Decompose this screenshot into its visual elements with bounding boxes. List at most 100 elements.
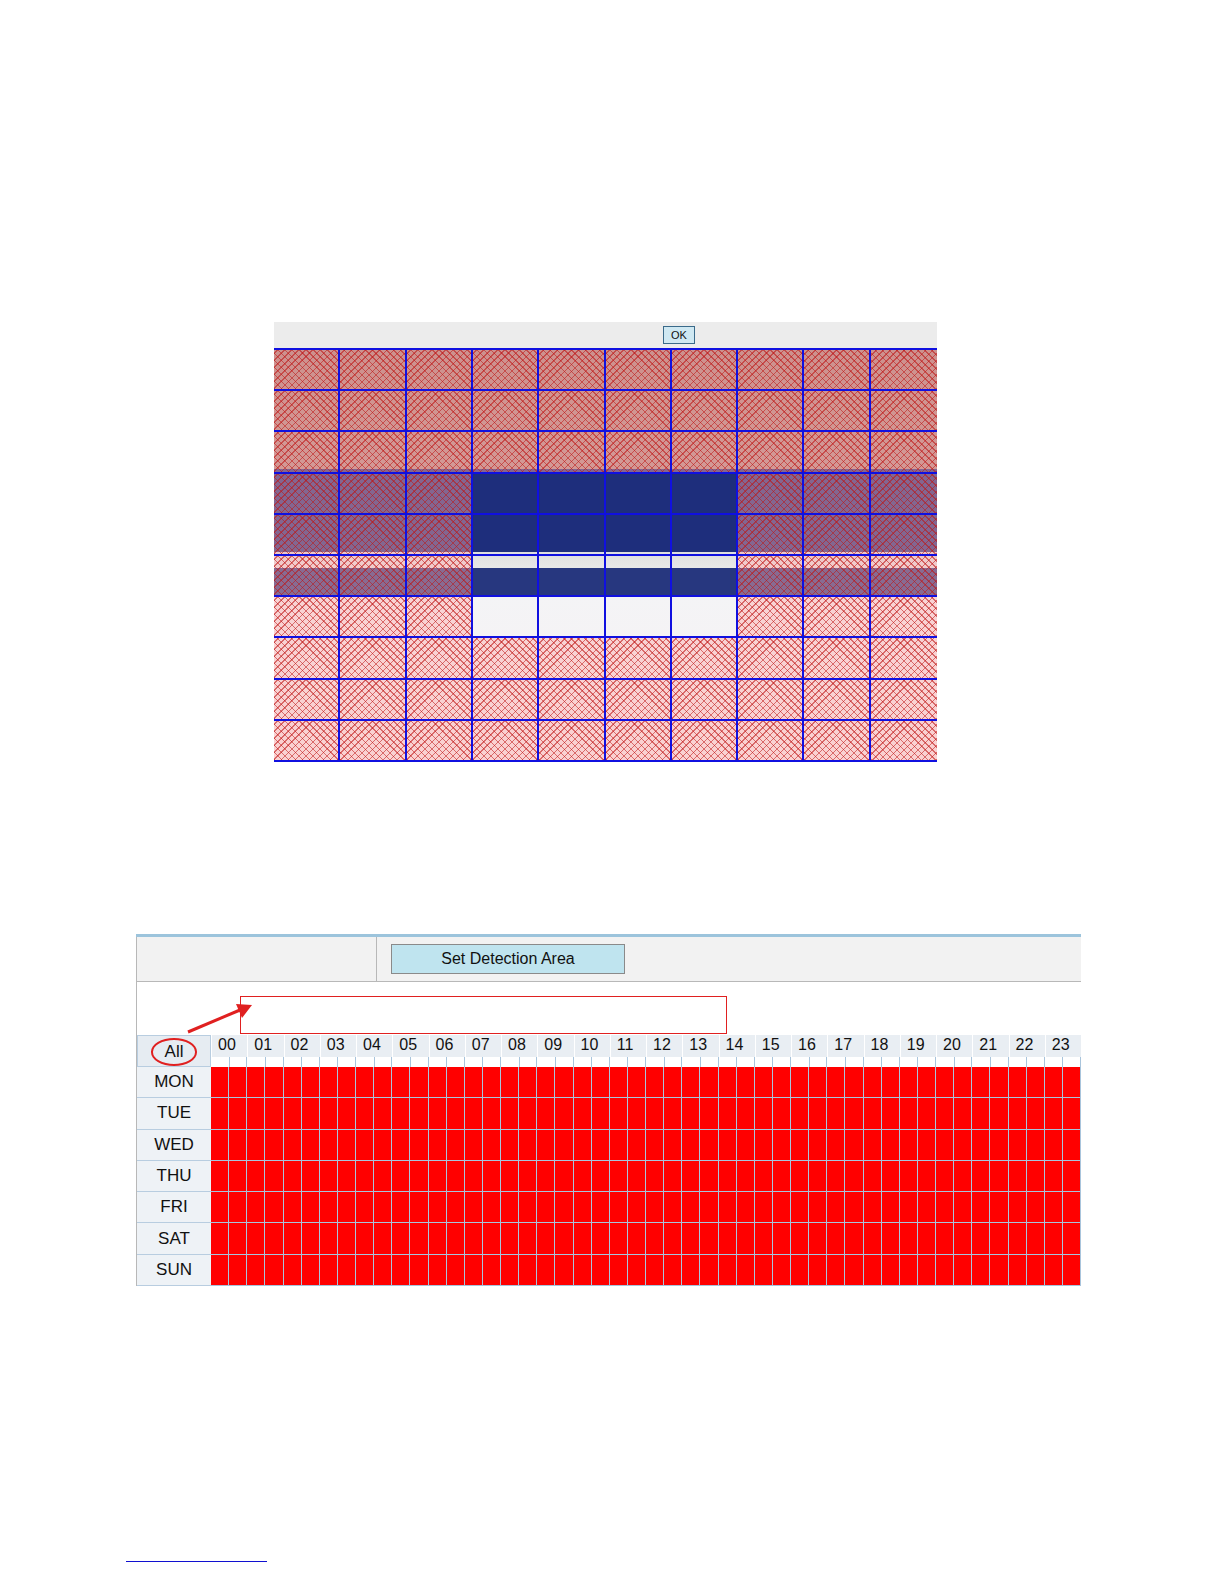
time-slot[interactable] bbox=[465, 1255, 483, 1286]
time-slot[interactable] bbox=[537, 1067, 555, 1098]
time-slot[interactable] bbox=[320, 1161, 338, 1192]
time-slot[interactable] bbox=[827, 1098, 845, 1129]
area-cell[interactable] bbox=[871, 474, 937, 515]
area-cell[interactable] bbox=[340, 432, 406, 473]
time-slot[interactable] bbox=[447, 1255, 465, 1286]
time-slot[interactable] bbox=[465, 1223, 483, 1254]
time-slot[interactable] bbox=[646, 1098, 664, 1129]
time-slot[interactable] bbox=[773, 1067, 791, 1098]
time-slot[interactable] bbox=[374, 1130, 392, 1161]
area-cell[interactable] bbox=[407, 680, 473, 721]
time-slot[interactable] bbox=[574, 1223, 592, 1254]
time-slot[interactable] bbox=[574, 1067, 592, 1098]
time-slot[interactable] bbox=[284, 1161, 302, 1192]
time-slot[interactable] bbox=[574, 1192, 592, 1223]
time-slot[interactable] bbox=[990, 1098, 1008, 1129]
area-cell[interactable] bbox=[274, 556, 340, 597]
time-slot[interactable] bbox=[302, 1255, 320, 1286]
time-slot[interactable] bbox=[972, 1067, 990, 1098]
time-slot[interactable] bbox=[592, 1255, 610, 1286]
time-slot[interactable] bbox=[809, 1192, 827, 1223]
time-slot[interactable] bbox=[501, 1067, 519, 1098]
time-slot[interactable] bbox=[827, 1067, 845, 1098]
time-slot[interactable] bbox=[809, 1223, 827, 1254]
area-cell[interactable] bbox=[738, 432, 804, 473]
time-slot[interactable] bbox=[247, 1223, 265, 1254]
area-cell[interactable] bbox=[407, 350, 473, 391]
time-slot[interactable] bbox=[700, 1067, 718, 1098]
time-slot[interactable] bbox=[392, 1130, 410, 1161]
time-slot[interactable] bbox=[211, 1192, 229, 1223]
time-slot[interactable] bbox=[501, 1161, 519, 1192]
time-slot[interactable] bbox=[682, 1098, 700, 1129]
time-slot[interactable] bbox=[229, 1130, 247, 1161]
time-slot[interactable] bbox=[410, 1098, 428, 1129]
time-slot[interactable] bbox=[918, 1192, 936, 1223]
time-slot[interactable] bbox=[791, 1067, 809, 1098]
time-slot[interactable] bbox=[864, 1130, 882, 1161]
time-slot[interactable] bbox=[737, 1098, 755, 1129]
time-slot[interactable] bbox=[338, 1130, 356, 1161]
time-slot[interactable] bbox=[229, 1067, 247, 1098]
time-slot[interactable] bbox=[374, 1223, 392, 1254]
time-slot[interactable] bbox=[809, 1161, 827, 1192]
time-slot[interactable] bbox=[1045, 1130, 1063, 1161]
time-slot[interactable] bbox=[483, 1255, 501, 1286]
time-slot[interactable] bbox=[1009, 1067, 1027, 1098]
area-cell[interactable] bbox=[738, 556, 804, 597]
time-slot[interactable] bbox=[447, 1223, 465, 1254]
time-slot[interactable] bbox=[773, 1255, 791, 1286]
time-slot[interactable] bbox=[682, 1130, 700, 1161]
time-slot[interactable] bbox=[501, 1098, 519, 1129]
time-slot[interactable] bbox=[302, 1161, 320, 1192]
hour-header[interactable]: 23 bbox=[1045, 1035, 1081, 1067]
area-cell[interactable] bbox=[539, 432, 605, 473]
time-slot[interactable] bbox=[737, 1255, 755, 1286]
area-cell[interactable] bbox=[606, 638, 672, 679]
time-slot[interactable] bbox=[229, 1098, 247, 1129]
area-cell[interactable] bbox=[407, 432, 473, 473]
area-cell[interactable] bbox=[606, 556, 672, 597]
time-slot[interactable] bbox=[356, 1067, 374, 1098]
time-slot[interactable] bbox=[537, 1192, 555, 1223]
hour-header[interactable]: 16 bbox=[791, 1035, 827, 1067]
time-slot[interactable] bbox=[410, 1130, 428, 1161]
area-cell[interactable] bbox=[871, 556, 937, 597]
area-cell[interactable] bbox=[804, 350, 870, 391]
time-slot[interactable] bbox=[229, 1223, 247, 1254]
time-slot[interactable] bbox=[320, 1192, 338, 1223]
time-slot[interactable] bbox=[737, 1223, 755, 1254]
time-slot[interactable] bbox=[592, 1098, 610, 1129]
time-slot[interactable] bbox=[574, 1098, 592, 1129]
time-slot[interactable] bbox=[682, 1192, 700, 1223]
time-slot[interactable] bbox=[320, 1098, 338, 1129]
time-slot[interactable] bbox=[284, 1223, 302, 1254]
area-cell[interactable] bbox=[407, 638, 473, 679]
hour-header[interactable]: 02 bbox=[284, 1035, 320, 1067]
time-slot[interactable] bbox=[918, 1098, 936, 1129]
area-cell[interactable] bbox=[274, 515, 340, 556]
time-slot[interactable] bbox=[773, 1192, 791, 1223]
time-slot[interactable] bbox=[356, 1130, 374, 1161]
time-slot[interactable] bbox=[447, 1067, 465, 1098]
time-slot[interactable] bbox=[338, 1161, 356, 1192]
time-slot[interactable] bbox=[990, 1161, 1008, 1192]
time-slot[interactable] bbox=[628, 1192, 646, 1223]
area-cell[interactable] bbox=[871, 515, 937, 556]
hour-header[interactable]: 14 bbox=[719, 1035, 755, 1067]
time-slot[interactable] bbox=[1063, 1067, 1081, 1098]
time-slot[interactable] bbox=[936, 1067, 954, 1098]
time-slot[interactable] bbox=[483, 1130, 501, 1161]
time-slot[interactable] bbox=[537, 1255, 555, 1286]
area-cell[interactable] bbox=[539, 597, 605, 638]
time-slot[interactable] bbox=[827, 1161, 845, 1192]
time-slot[interactable] bbox=[1063, 1255, 1081, 1286]
time-slot[interactable] bbox=[555, 1192, 573, 1223]
time-slot[interactable] bbox=[827, 1255, 845, 1286]
time-slot[interactable] bbox=[447, 1192, 465, 1223]
area-cell[interactable] bbox=[738, 391, 804, 432]
time-slot[interactable] bbox=[284, 1192, 302, 1223]
time-slot[interactable] bbox=[247, 1161, 265, 1192]
time-slot[interactable] bbox=[700, 1255, 718, 1286]
area-cell[interactable] bbox=[407, 721, 473, 762]
